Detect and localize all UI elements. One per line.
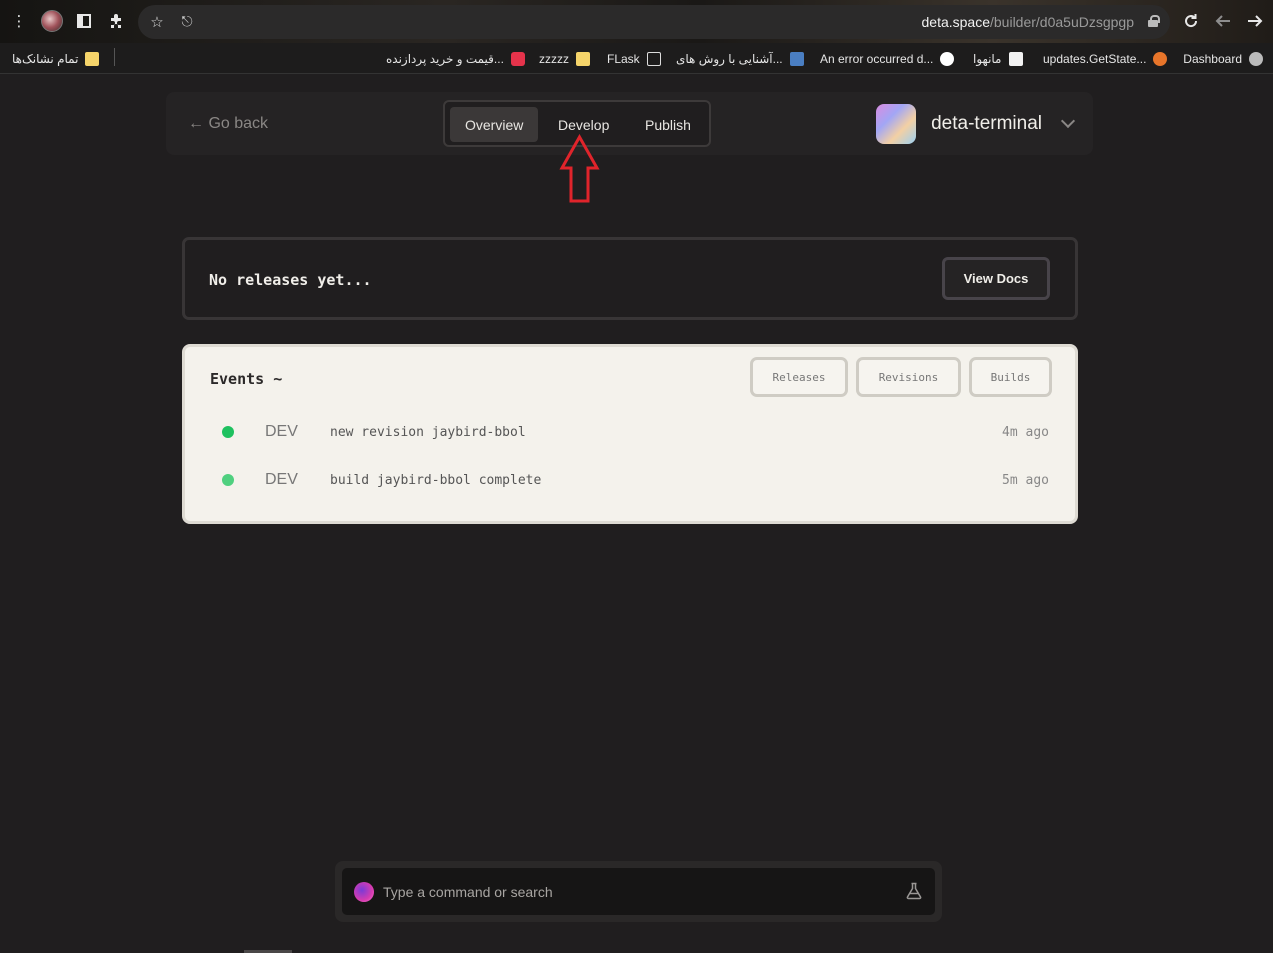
project-switcher[interactable]: deta-terminal	[876, 104, 1076, 144]
bookmark-label: An error occurred d...	[820, 52, 934, 66]
bookmark-manhwa[interactable]: مانهوا	[973, 49, 1023, 69]
filter-releases-button[interactable]: Releases	[750, 357, 848, 397]
chevron-down-icon	[1060, 113, 1076, 129]
shield-icon	[1249, 52, 1263, 66]
event-message: build jaybird-bbol complete	[330, 473, 542, 488]
event-time: 5m ago	[1002, 473, 1049, 488]
event-message: new revision jaybird-bbol	[330, 425, 526, 440]
share-icon[interactable]: ⎋	[176, 11, 198, 33]
bookmark-dashboard[interactable]: Dashboard	[1183, 49, 1263, 69]
tab-publish[interactable]: Publish	[630, 107, 706, 142]
event-time: 4m ago	[1002, 425, 1049, 440]
command-input[interactable]	[383, 876, 883, 907]
orb-icon	[354, 882, 374, 902]
event-row[interactable]: DEV new revision jaybird-bbol 4m ago	[185, 417, 1075, 447]
profile-icon[interactable]	[41, 10, 63, 32]
bookmark-cpu-price[interactable]: قیمت و خرید پردازنده...	[386, 49, 525, 69]
bookmark-label: updates.GetState...	[1043, 52, 1147, 66]
project-icon	[876, 104, 917, 144]
bookmark-updates[interactable]: updates.GetState...	[1043, 49, 1168, 69]
releases-panel: No releases yet... View Docs	[182, 237, 1078, 320]
bookmark-label: مانهوا	[973, 52, 1002, 66]
filter-revisions-button[interactable]: Revisions	[856, 357, 961, 397]
forward-icon[interactable]	[1244, 10, 1266, 32]
github-icon	[940, 52, 955, 66]
site-icon	[1008, 52, 1023, 66]
bookmark-intro[interactable]: آشنایی با روش های...	[676, 49, 804, 69]
flask-icon[interactable]	[905, 882, 923, 900]
go-back-link[interactable]: ← Go back	[188, 115, 268, 133]
browser-toolbar: ⋮ ☆ ⎋ deta.space/builder/d0a5uDzsgpgp	[0, 0, 1273, 43]
bookmark-label: zzzzz	[539, 52, 569, 66]
bookmark-all[interactable]: تمام نشانک‌ها	[12, 49, 100, 69]
bookmark-label: Dashboard	[1183, 52, 1242, 66]
bookmark-separator	[114, 48, 115, 66]
status-dot	[222, 474, 234, 486]
arrow-up-icon	[559, 134, 600, 203]
status-dot	[222, 426, 234, 438]
url-host: deta.space	[921, 14, 991, 30]
events-panel: Events ~ Releases Revisions Builds DEV n…	[182, 344, 1078, 524]
folder-icon	[576, 52, 590, 66]
bookmark-error[interactable]: An error occurred d...	[820, 49, 955, 69]
site-icon	[510, 52, 525, 66]
back-icon[interactable]	[1212, 10, 1234, 32]
filter-builds-button[interactable]: Builds	[969, 357, 1052, 397]
app-header: ← Go back Overview Develop Publish deta-…	[166, 92, 1093, 155]
command-bar	[335, 861, 942, 922]
address-bar[interactable]: ☆ ⎋ deta.space/builder/d0a5uDzsgpgp	[138, 5, 1170, 39]
sidebar-icon[interactable]	[73, 10, 95, 32]
url-text[interactable]: deta.space/builder/d0a5uDzsgpgp	[922, 14, 1135, 30]
bookmark-label: تمام نشانک‌ها	[12, 52, 79, 66]
bookmark-label: FLask	[607, 52, 640, 66]
bookmark-label: قیمت و خرید پردازنده...	[386, 52, 504, 66]
firefox-icon	[1153, 52, 1168, 66]
no-releases-text: No releases yet...	[209, 271, 372, 289]
bookmark-label: آشنایی با روش های...	[676, 52, 783, 66]
site-icon	[789, 52, 804, 66]
menu-icon[interactable]: ⋮	[8, 10, 30, 32]
view-docs-button[interactable]: View Docs	[942, 257, 1050, 300]
event-env: DEV	[265, 471, 298, 488]
bookmark-zzzzz[interactable]: zzzzz	[539, 49, 590, 69]
lock-icon[interactable]	[1148, 15, 1160, 27]
extensions-icon[interactable]	[105, 10, 127, 32]
folder-icon	[85, 52, 100, 66]
url-path: /builder/d0a5uDzsgpgp	[990, 14, 1134, 30]
page-icon	[646, 52, 661, 66]
event-row[interactable]: DEV build jaybird-bbol complete 5m ago	[185, 465, 1075, 495]
bookmark-flask[interactable]: FLask	[607, 49, 661, 69]
bookmarks-bar: Dashboard updates.GetState... مانهوا An …	[0, 43, 1273, 74]
tab-overview[interactable]: Overview	[450, 107, 539, 142]
reload-icon[interactable]	[1180, 10, 1202, 32]
star-icon[interactable]: ☆	[146, 11, 168, 33]
command-box	[342, 868, 935, 915]
event-env: DEV	[265, 423, 298, 440]
events-title[interactable]: Events ~	[210, 370, 282, 388]
project-name: deta-terminal	[931, 113, 1042, 134]
